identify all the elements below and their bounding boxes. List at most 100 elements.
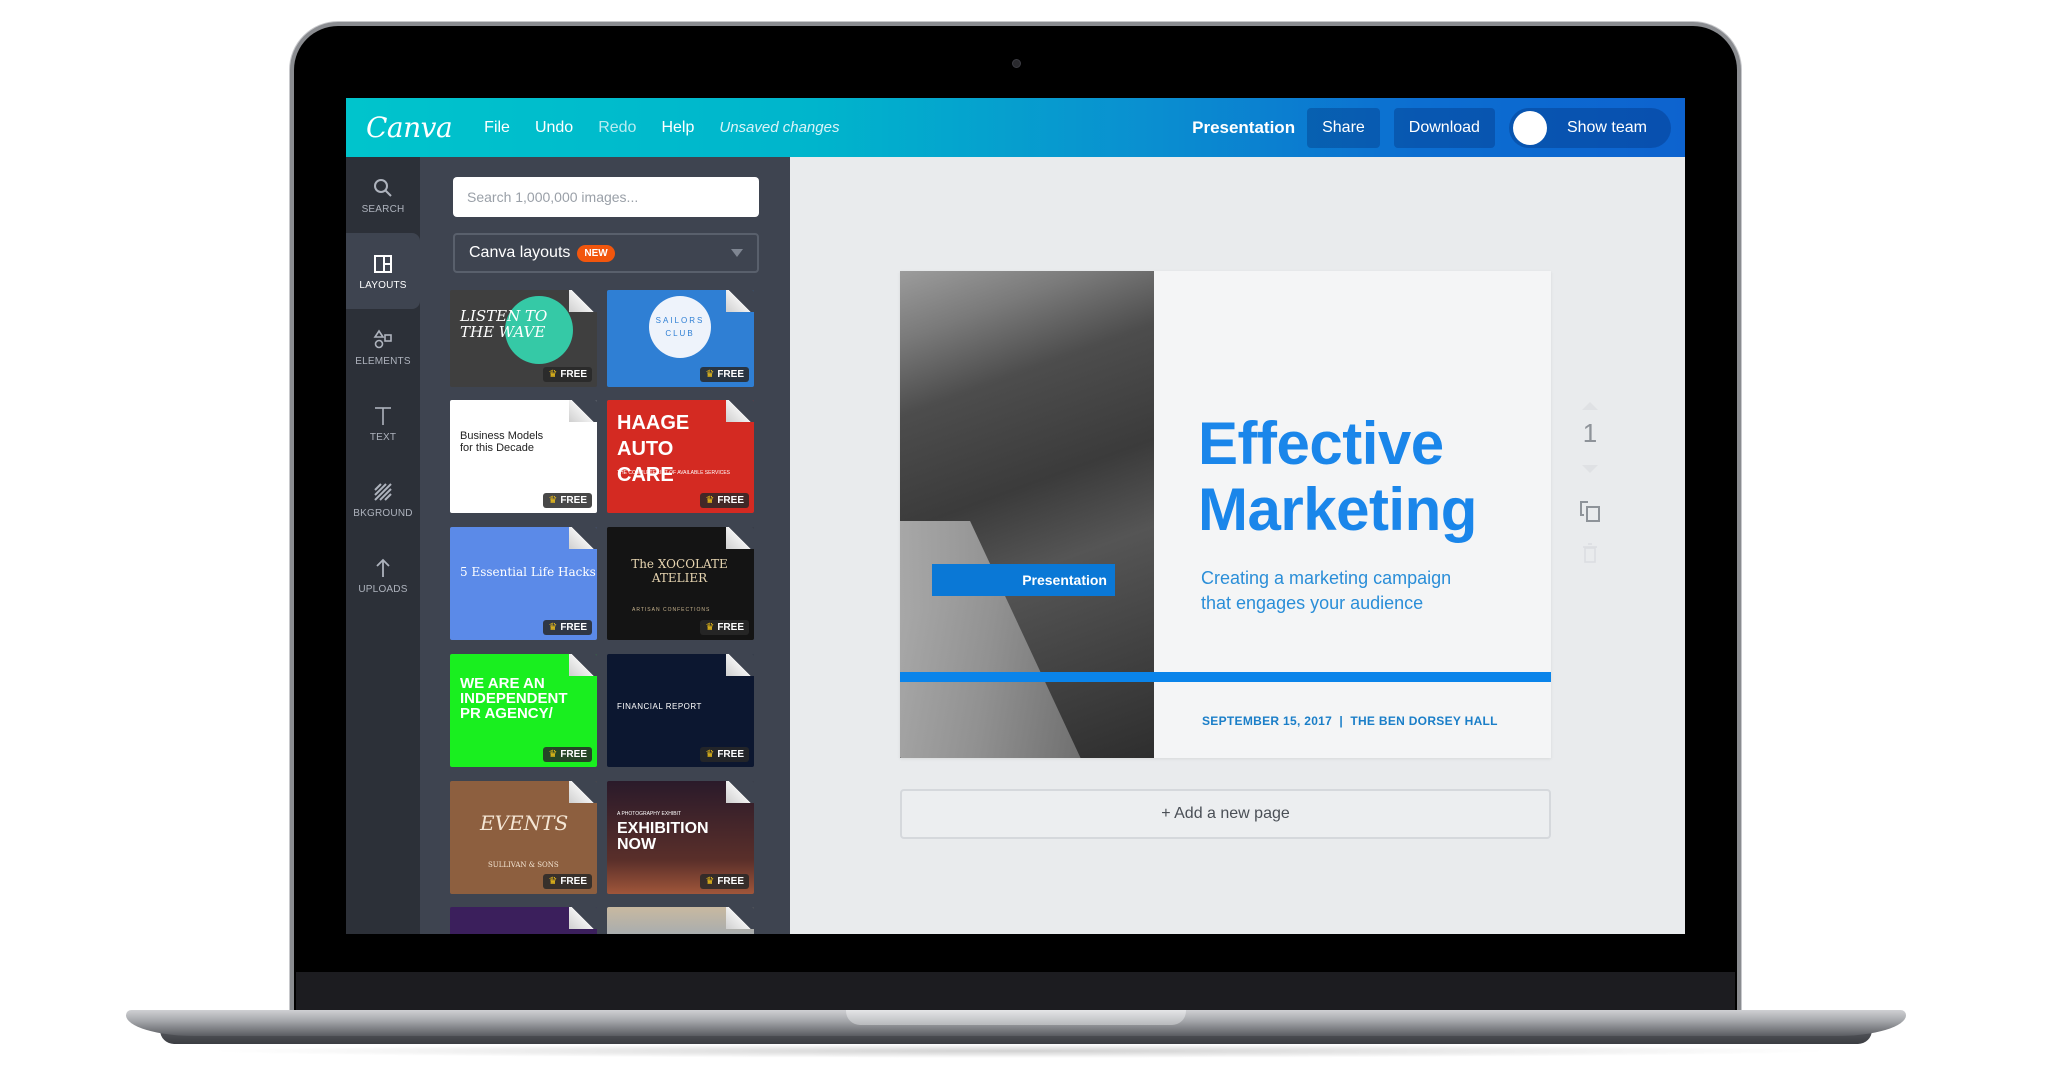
new-badge: NEW [577,244,615,262]
free-badge: ♛ FREE [543,620,592,635]
camera [1012,59,1021,68]
show-team-label: Show team [1566,118,1647,136]
layouts-dropdown[interactable]: Canva layouts NEW [453,233,759,273]
free-badge: ♛ FREE [543,874,592,889]
free-badge: ♛ FREE [700,367,749,382]
crown-icon: ♛ [705,369,715,380]
free-badge: ♛ FREE [700,493,749,508]
template-thumbnail[interactable]: WE ARE AN INDEPENDENT PR AGENCY/ ♛ FREE [450,654,597,767]
sidebar-item-background[interactable]: BKGROUND [346,461,420,537]
save-status: Unsaved changes [719,119,840,136]
slide-title[interactable]: Effective Marketing [1198,411,1477,543]
laptop-mockup: Canva File Undo Redo Help Unsaved change… [0,0,2048,1083]
template-thumbnail[interactable]: FINANCIAL REPORT ♛ FREE [607,654,754,767]
template-thumbnail[interactable]: A PHOTOGRAPHY EXHIBIT EXHIBITION NOW ♛ FR… [607,781,754,894]
slide-page[interactable]: Presentation Effective Marketing Creatin… [900,271,1551,758]
topbar-actions: Presentation Share Download Show team [1192,98,1685,157]
move-page-up-icon[interactable] [1582,402,1598,410]
layouts-icon [374,254,392,273]
document-title[interactable]: Presentation [1192,118,1295,138]
page-fold [726,907,754,929]
template-thumbnail[interactable]: Business Models for this Decade ♛ FREE [450,400,597,513]
page-fold [726,527,754,549]
add-page-button[interactable]: + Add a new page [900,789,1551,839]
menu-redo[interactable]: Redo [598,119,636,137]
slide-subtitle[interactable]: Creating a marketing campaign that engag… [1201,566,1451,616]
template-thumbnail[interactable]: EVENTS SULLIVAN & SONS ♛ FREE [450,781,597,894]
sidebar-item-label: BKGROUND [353,507,413,519]
layouts-panel: Canva layouts NEW LISTEN TO THE WAVE ♛FR… [420,157,790,934]
page-fold [569,400,597,422]
laptop-chin [296,972,1735,1010]
sidebar-item-text[interactable]: TEXT [346,385,420,461]
crown-icon: ♛ [548,622,558,633]
download-button[interactable]: Download [1393,107,1495,148]
free-badge: ♛ FREE [700,620,749,635]
forest-photo[interactable] [900,271,1154,758]
sidebar-item-uploads[interactable]: UPLOADS [346,537,420,613]
accent-bar [900,672,1551,682]
menu-file[interactable]: File [484,119,510,137]
free-badge: ♛ FREE [700,874,749,889]
dropdown-label: Canva layouts [469,244,571,261]
page-fold [569,907,597,929]
page-tools: 1 [1575,402,1605,563]
search-icon [374,178,392,197]
sidebar-item-layouts[interactable]: LAYOUTS [346,233,420,309]
canva-logo[interactable]: Canva [366,111,453,144]
page-fold [726,290,754,312]
sidebar-item-label: ELEMENTS [355,355,411,367]
template-thumbnail[interactable]: LISTEN TO THE WAVE ♛ FREE [450,290,597,387]
sidebar-item-label: TEXT [369,431,397,443]
show-team-button[interactable]: Show team [1508,107,1671,148]
template-thumbnail[interactable]: SAILORS CLUB ♛ FREE [607,290,754,387]
screen: Canva File Undo Redo Help Unsaved change… [346,98,1685,934]
free-badge: ♛ FREE [543,493,592,508]
elements-icon [373,329,392,348]
avatar [1512,110,1547,145]
upload-icon [376,558,390,577]
crown-icon: ♛ [705,749,715,760]
crown-icon: ♛ [548,369,558,380]
presentation-tag[interactable]: Presentation [932,564,1115,596]
template-thumbnail[interactable]: HAAGE AUTO CARE THE COMPLETE LIST OF AVA… [607,400,754,513]
free-badge: ♛ FREE [543,367,592,382]
text-icon [375,406,391,425]
crown-icon: ♛ [548,876,558,887]
page-fold [726,654,754,676]
sidebar-item-search[interactable]: SEARCH [346,157,420,233]
duplicate-page-icon[interactable] [1579,499,1601,523]
image-search-input[interactable] [453,177,759,217]
sidebar-rail: SEARCH LAYOUTS ELEMENTS TEXT BKGROUND UP… [346,157,420,934]
sidebar-item-label: SEARCH [361,203,405,215]
sidebar-item-elements[interactable]: ELEMENTS [346,309,420,385]
floor-shadow [200,1044,1840,1058]
cliff-rock [900,521,1110,758]
free-badge: ♛ FREE [700,747,749,762]
page-fold [569,654,597,676]
template-thumbnail[interactable]: 5 Essential Life Hacks ♛ FREE [450,527,597,640]
page-fold [569,781,597,803]
delete-page-icon[interactable] [1582,543,1598,563]
crown-icon: ♛ [548,749,558,760]
crown-icon: ♛ [705,495,715,506]
page-number: 1 [1582,418,1598,448]
page-fold [726,400,754,422]
top-bar: Canva File Undo Redo Help Unsaved change… [346,98,1685,157]
template-thumbnail[interactable] [607,907,754,934]
share-button[interactable]: Share [1307,107,1380,148]
template-thumbnail[interactable] [450,907,597,934]
move-page-down-icon[interactable] [1582,465,1598,473]
menu-undo[interactable]: Undo [535,119,573,137]
canvas-workspace: Presentation Effective Marketing Creatin… [790,157,1685,934]
page-fold [569,527,597,549]
slide-footer[interactable]: SEPTEMBER 15, 2017 | THE BEN DORSEY HALL [1202,714,1498,728]
menu-help[interactable]: Help [661,119,694,137]
crown-icon: ♛ [548,495,558,506]
page-fold [726,781,754,803]
background-icon [374,482,392,501]
laptop-notch [846,1010,1186,1025]
crown-icon: ♛ [705,622,715,633]
free-badge: ♛ FREE [543,747,592,762]
template-thumbnail[interactable]: The XOCOLATE ATELIER ARTISAN CONFECTIONS… [607,527,754,640]
